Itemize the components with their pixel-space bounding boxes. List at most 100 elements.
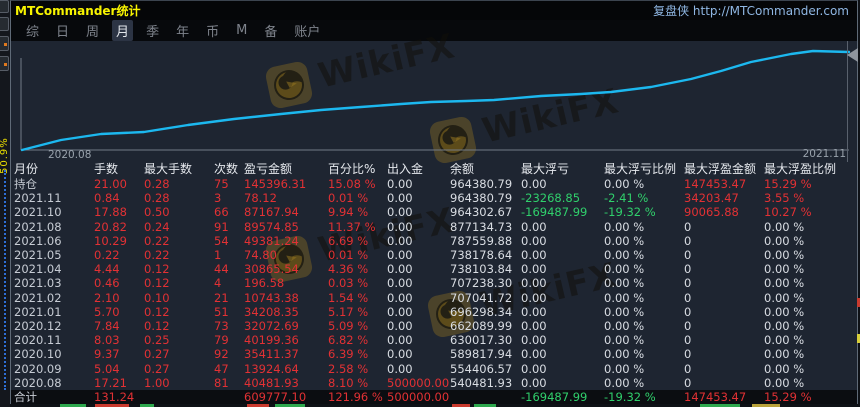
menu-item-日[interactable]: 日 [52,20,73,41]
table-cell: 0.00 [387,290,413,305]
table-cell: 0.00 [521,304,547,319]
table-cell: 15.08 % [328,177,376,191]
table-cell [144,390,212,404]
table-cell: 0.22 [144,248,170,262]
menu-item-币[interactable]: 币 [202,20,223,41]
table-cell: 0.00 [387,219,413,234]
table-cell: 6.39 % [328,347,369,362]
table-cell: 0.00 [387,333,413,348]
equity-curve [20,49,851,152]
column-header: 最大浮亏比例 [604,162,677,176]
table-cell: 79 [214,333,229,348]
table-cell: 500000.00 [387,390,450,404]
column-header: 百分比% [328,162,376,176]
table-row[interactable]: 2021.10 17.88 0.50 66 87167.94 9.94 % 0.00 9643… [11,205,857,219]
menu-item-年[interactable]: 年 [172,20,193,41]
table-row[interactable]: 2020.11 8.03 0.25 79 40199.36 6.82 % 0.00 63001… [11,333,857,347]
table-cell: 0.12 [144,262,170,277]
table-cell: 20.82 [94,219,127,234]
table-row[interactable]: 2021.02 2.10 0.10 21 10743.38 1.54 % 0.00 70704… [11,291,857,305]
table-cell: 0.00 % [764,248,805,262]
table-cell: 0.00 [387,319,413,333]
table-cell: 0.00 [521,276,547,291]
menu-item-M[interactable]: M [232,22,251,39]
table-cell: 589817.94 [450,347,513,362]
table-cell: 8.03 [94,333,120,348]
table-cell: 0 [684,276,692,291]
table-cell: 30865.54 [244,262,299,277]
column-header: 出入金 [387,162,424,176]
menu-item-账户[interactable]: 账户 [290,20,324,41]
table-row[interactable]: 2020.12 7.84 0.12 73 32072.69 5.09 % 0.00 66208… [11,319,857,333]
table-row[interactable]: 持仓 21.00 0.28 75 145396.31 15.08 % 0.00 964380.… [11,177,857,191]
table-cell: 40481.93 [244,375,299,390]
table-cell: 630017.30 [450,333,513,348]
table-cell: 17.21 [94,375,127,390]
table-row[interactable]: 2021.04 4.44 0.12 44 30865.54 4.36 % 0.00 73810… [11,262,857,276]
table-cell: 0.00 % [764,304,805,319]
table-cell: 0.00 [387,276,413,291]
table-cell: 0.00 [521,177,547,191]
table-row[interactable]: 2020.10 9.37 0.27 92 35411.37 6.39 % 0.00 58981… [11,347,857,361]
table-cell: 74.80 [244,248,277,262]
table-cell: 0.00 % [604,177,645,191]
table-cell: 81 [214,375,229,390]
table-cell: 0 [684,290,692,305]
table-total-row[interactable]: 合计 131.24 609777.10 121.96 % 500000.00 -16948… [11,390,857,404]
brand-link[interactable]: 复盘侠 http://MTCommander.com [653,2,849,19]
table-row[interactable]: 2021.11 0.84 0.28 3 78.12 0.01 % 0.00 964380.79… [11,191,857,205]
menu-item-月[interactable]: 月 [112,20,134,41]
toolbar-button-dot-icon [4,62,7,66]
background-window-sliver: 50.9% [0,0,10,407]
table-cell: 0.00 % [764,347,805,362]
menu-item-周[interactable]: 周 [82,20,103,41]
table-row[interactable]: 2021.03 0.46 0.12 4 196.58 0.03 % 0.00 707238.3… [11,276,857,290]
scroll-arrow-icon[interactable] [847,48,858,62]
table-cell: 6.82 % [328,333,369,348]
menu-item-备[interactable]: 备 [260,20,281,41]
table-cell: 0.12 [144,304,170,319]
table-cell: 0.25 [144,333,170,348]
table-row[interactable]: 2021.06 10.29 0.22 54 49381.24 6.69 % 0.00 7875… [11,234,857,248]
table-cell: 5.09 % [328,319,369,333]
table-row[interactable]: 2021.08 20.82 0.24 91 89574.85 11.37 % 0.00 877… [11,220,857,234]
table-cell: 0.00 % [604,233,645,248]
table-cell: 0.00 % [764,361,805,376]
table-row[interactable]: 2021.05 0.22 0.22 1 74.80 0.01 % 0.00 738178.64… [11,248,857,262]
table-cell: 2021.04 [14,262,62,277]
column-header: 余额 [450,162,475,176]
column-header: 月份 [14,162,39,176]
table-cell: 1.54 % [328,290,369,305]
table-cell: 1 [214,248,222,262]
table-row[interactable]: 2020.09 5.04 0.27 47 13924.64 2.58 % 0.00 55440… [11,362,857,376]
table-cell: 0.00 [387,304,413,319]
table-row[interactable]: 2021.01 5.70 0.12 51 34208.35 5.17 % 0.00 69629… [11,305,857,319]
table-cell [450,390,519,404]
table-cell: 2020.10 [14,347,62,362]
table-cell: 2021.08 [14,219,62,234]
table-cell: 3.55 % [764,191,805,206]
menu-item-季[interactable]: 季 [142,20,163,41]
column-header: 盈亏金额 [244,162,293,176]
table-cell: 0.00 % [764,219,805,234]
table-cell: -2.41 % [604,191,649,206]
title-bar[interactable]: MTCommander统计 复盘侠 http://MTCommander.com [11,1,857,20]
table-cell: 78.12 [244,191,277,206]
table-cell: 0.84 [94,191,120,206]
table-cell: 0.00 [521,375,547,390]
table-cell: 738103.84 [450,262,513,277]
table-cell: 15.29 % [764,177,812,191]
table-cell: 4.44 [94,262,120,277]
table-cell: 0.00 % [604,319,645,333]
background-vertical-percent-label: 50.9% [0,137,10,174]
table-cell: 54 [214,233,229,248]
table-cell: 0.00 [521,347,547,362]
table-cell: 47 [214,361,229,376]
table-cell: 2.58 % [328,361,369,376]
table-cell: 0.00 [387,177,413,191]
table-cell: 40199.36 [244,333,299,348]
table-cell: 0.00 % [604,290,645,305]
table-row[interactable]: 2020.08 17.21 1.00 81 40481.93 8.10 % 500000.0… [11,376,857,390]
menu-item-综[interactable]: 综 [22,20,43,41]
table-cell: 13924.64 [244,361,299,376]
